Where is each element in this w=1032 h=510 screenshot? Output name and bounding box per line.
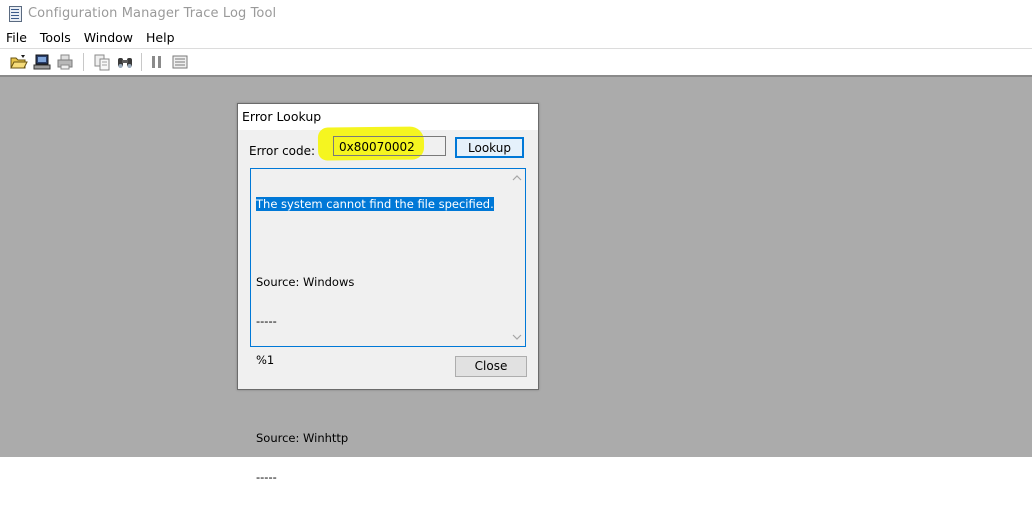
- result-text: The system cannot find the file specifie…: [256, 172, 494, 510]
- menu-window[interactable]: Window: [78, 30, 140, 45]
- scroll-down-icon[interactable]: [512, 332, 522, 342]
- toolbar-separator: [83, 53, 84, 71]
- log-document-icon: [7, 5, 23, 22]
- window-title: Configuration Manager Trace Log Tool: [28, 5, 277, 21]
- menu-file[interactable]: File: [0, 30, 34, 45]
- result-line: Source: Windows: [256, 275, 355, 289]
- filter-list-icon[interactable]: [170, 52, 190, 72]
- scroll-up-icon[interactable]: [512, 173, 522, 183]
- close-button[interactable]: Close: [455, 356, 527, 377]
- open-folder-icon[interactable]: [9, 52, 29, 72]
- print-icon[interactable]: [55, 52, 75, 72]
- toolbar: [0, 48, 1032, 75]
- menu-tools[interactable]: Tools: [34, 30, 78, 45]
- result-line: -----: [256, 470, 277, 484]
- lookup-button[interactable]: Lookup: [455, 137, 524, 158]
- error-code-input[interactable]: [333, 136, 446, 156]
- menu-help[interactable]: Help: [140, 30, 182, 45]
- menu-bar: File Tools Window Help: [0, 27, 1032, 47]
- result-line-selected: The system cannot find the file specifie…: [256, 197, 494, 211]
- copy-icon[interactable]: [92, 52, 112, 72]
- error-code-label: Error code:: [249, 144, 316, 158]
- vertical-scrollbar[interactable]: [509, 169, 525, 346]
- find-icon[interactable]: [115, 52, 135, 72]
- toolbar-separator: [141, 53, 142, 71]
- result-text-area[interactable]: The system cannot find the file specifie…: [250, 168, 526, 484]
- title-bar: Configuration Manager Trace Log Tool: [0, 0, 1032, 26]
- result-line: -----: [256, 314, 277, 328]
- pause-icon[interactable]: [147, 52, 167, 72]
- result-line: [256, 393, 494, 406]
- result-line: [256, 237, 494, 250]
- result-line: Source: Winhttp: [256, 431, 349, 445]
- computer-icon[interactable]: [32, 52, 52, 72]
